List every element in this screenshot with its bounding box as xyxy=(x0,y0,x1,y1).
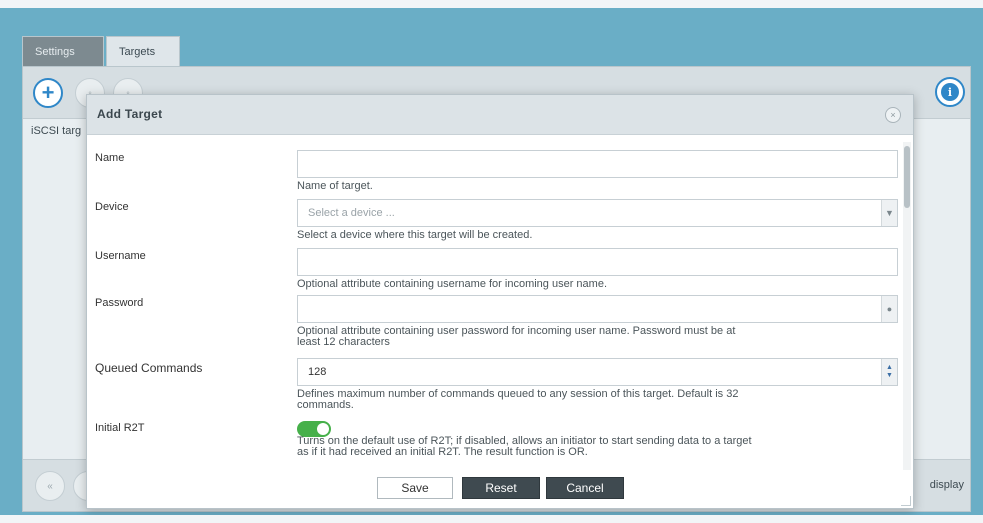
add-target-button[interactable]: + xyxy=(33,78,63,108)
initial-r2t-hint-line-2: as if it had received an initial R2T. Th… xyxy=(297,446,588,458)
queued-commands-hint-line-1: Defines maximum number of commands queue… xyxy=(297,388,739,400)
username-hint: Optional attribute containing username f… xyxy=(297,278,608,290)
tab-settings[interactable]: Settings xyxy=(22,36,104,66)
scrollbar-thumb[interactable] xyxy=(904,146,910,208)
device-select[interactable]: Select a device ... ▼ xyxy=(297,199,898,227)
password-hint-line-2: least 12 characters xyxy=(297,336,390,348)
device-label: Device xyxy=(95,201,129,213)
name-hint: Name of target. xyxy=(297,180,373,192)
spinner-down-icon[interactable]: ▼ xyxy=(886,372,893,380)
dialog-header: Add Target × xyxy=(87,95,913,135)
number-spinner[interactable]: ▲ ▼ xyxy=(881,359,897,385)
add-target-dialog: Add Target × Name Name of target. Device… xyxy=(86,94,914,509)
eye-icon[interactable]: ● xyxy=(881,296,897,322)
first-page-icon: « xyxy=(47,480,53,492)
username-input[interactable] xyxy=(297,248,898,276)
queued-commands-input[interactable]: 128 ▲ ▼ xyxy=(297,358,898,386)
plus-icon: + xyxy=(41,80,55,105)
tab-bar: Settings Targets xyxy=(22,36,180,66)
initial-r2t-label: Initial R2T xyxy=(95,422,145,434)
toggle-knob xyxy=(317,423,329,435)
dialog-scrollbar[interactable] xyxy=(903,142,911,470)
resize-handle[interactable] xyxy=(901,496,911,506)
device-select-placeholder: Select a device ... xyxy=(308,207,395,219)
queued-commands-value: 128 xyxy=(308,366,327,378)
password-label: Password xyxy=(95,297,144,309)
chevron-down-icon: ▼ xyxy=(881,200,897,226)
save-button[interactable]: Save xyxy=(377,477,453,499)
display-status-text: display xyxy=(929,479,964,491)
screen-bottom-border xyxy=(0,515,983,523)
cancel-button[interactable]: Cancel xyxy=(546,477,624,499)
info-icon: i xyxy=(941,83,959,101)
close-icon: × xyxy=(890,110,896,120)
dialog-title: Add Target xyxy=(97,107,163,121)
tab-targets[interactable]: Targets xyxy=(106,36,180,66)
close-button[interactable]: × xyxy=(885,107,901,123)
screen-top-border xyxy=(0,0,983,8)
dialog-actions: Save Reset Cancel xyxy=(87,475,915,505)
target-form: Name Name of target. Device Select a dev… xyxy=(87,136,903,466)
first-page-button[interactable]: « xyxy=(35,471,65,501)
queued-commands-hint-line-2: commands. xyxy=(297,399,354,411)
name-input[interactable] xyxy=(297,150,898,178)
password-input[interactable]: ● xyxy=(297,295,898,323)
username-label: Username xyxy=(95,250,146,262)
spinner-up-icon[interactable]: ▲ xyxy=(886,364,893,372)
list-header-label: iSCSI targ xyxy=(31,125,82,137)
queued-commands-label: Queued Commands xyxy=(95,361,203,375)
info-button[interactable]: i xyxy=(935,77,965,107)
reset-button[interactable]: Reset xyxy=(462,477,540,499)
name-label: Name xyxy=(95,152,125,164)
device-hint: Select a device where this target will b… xyxy=(297,229,533,241)
